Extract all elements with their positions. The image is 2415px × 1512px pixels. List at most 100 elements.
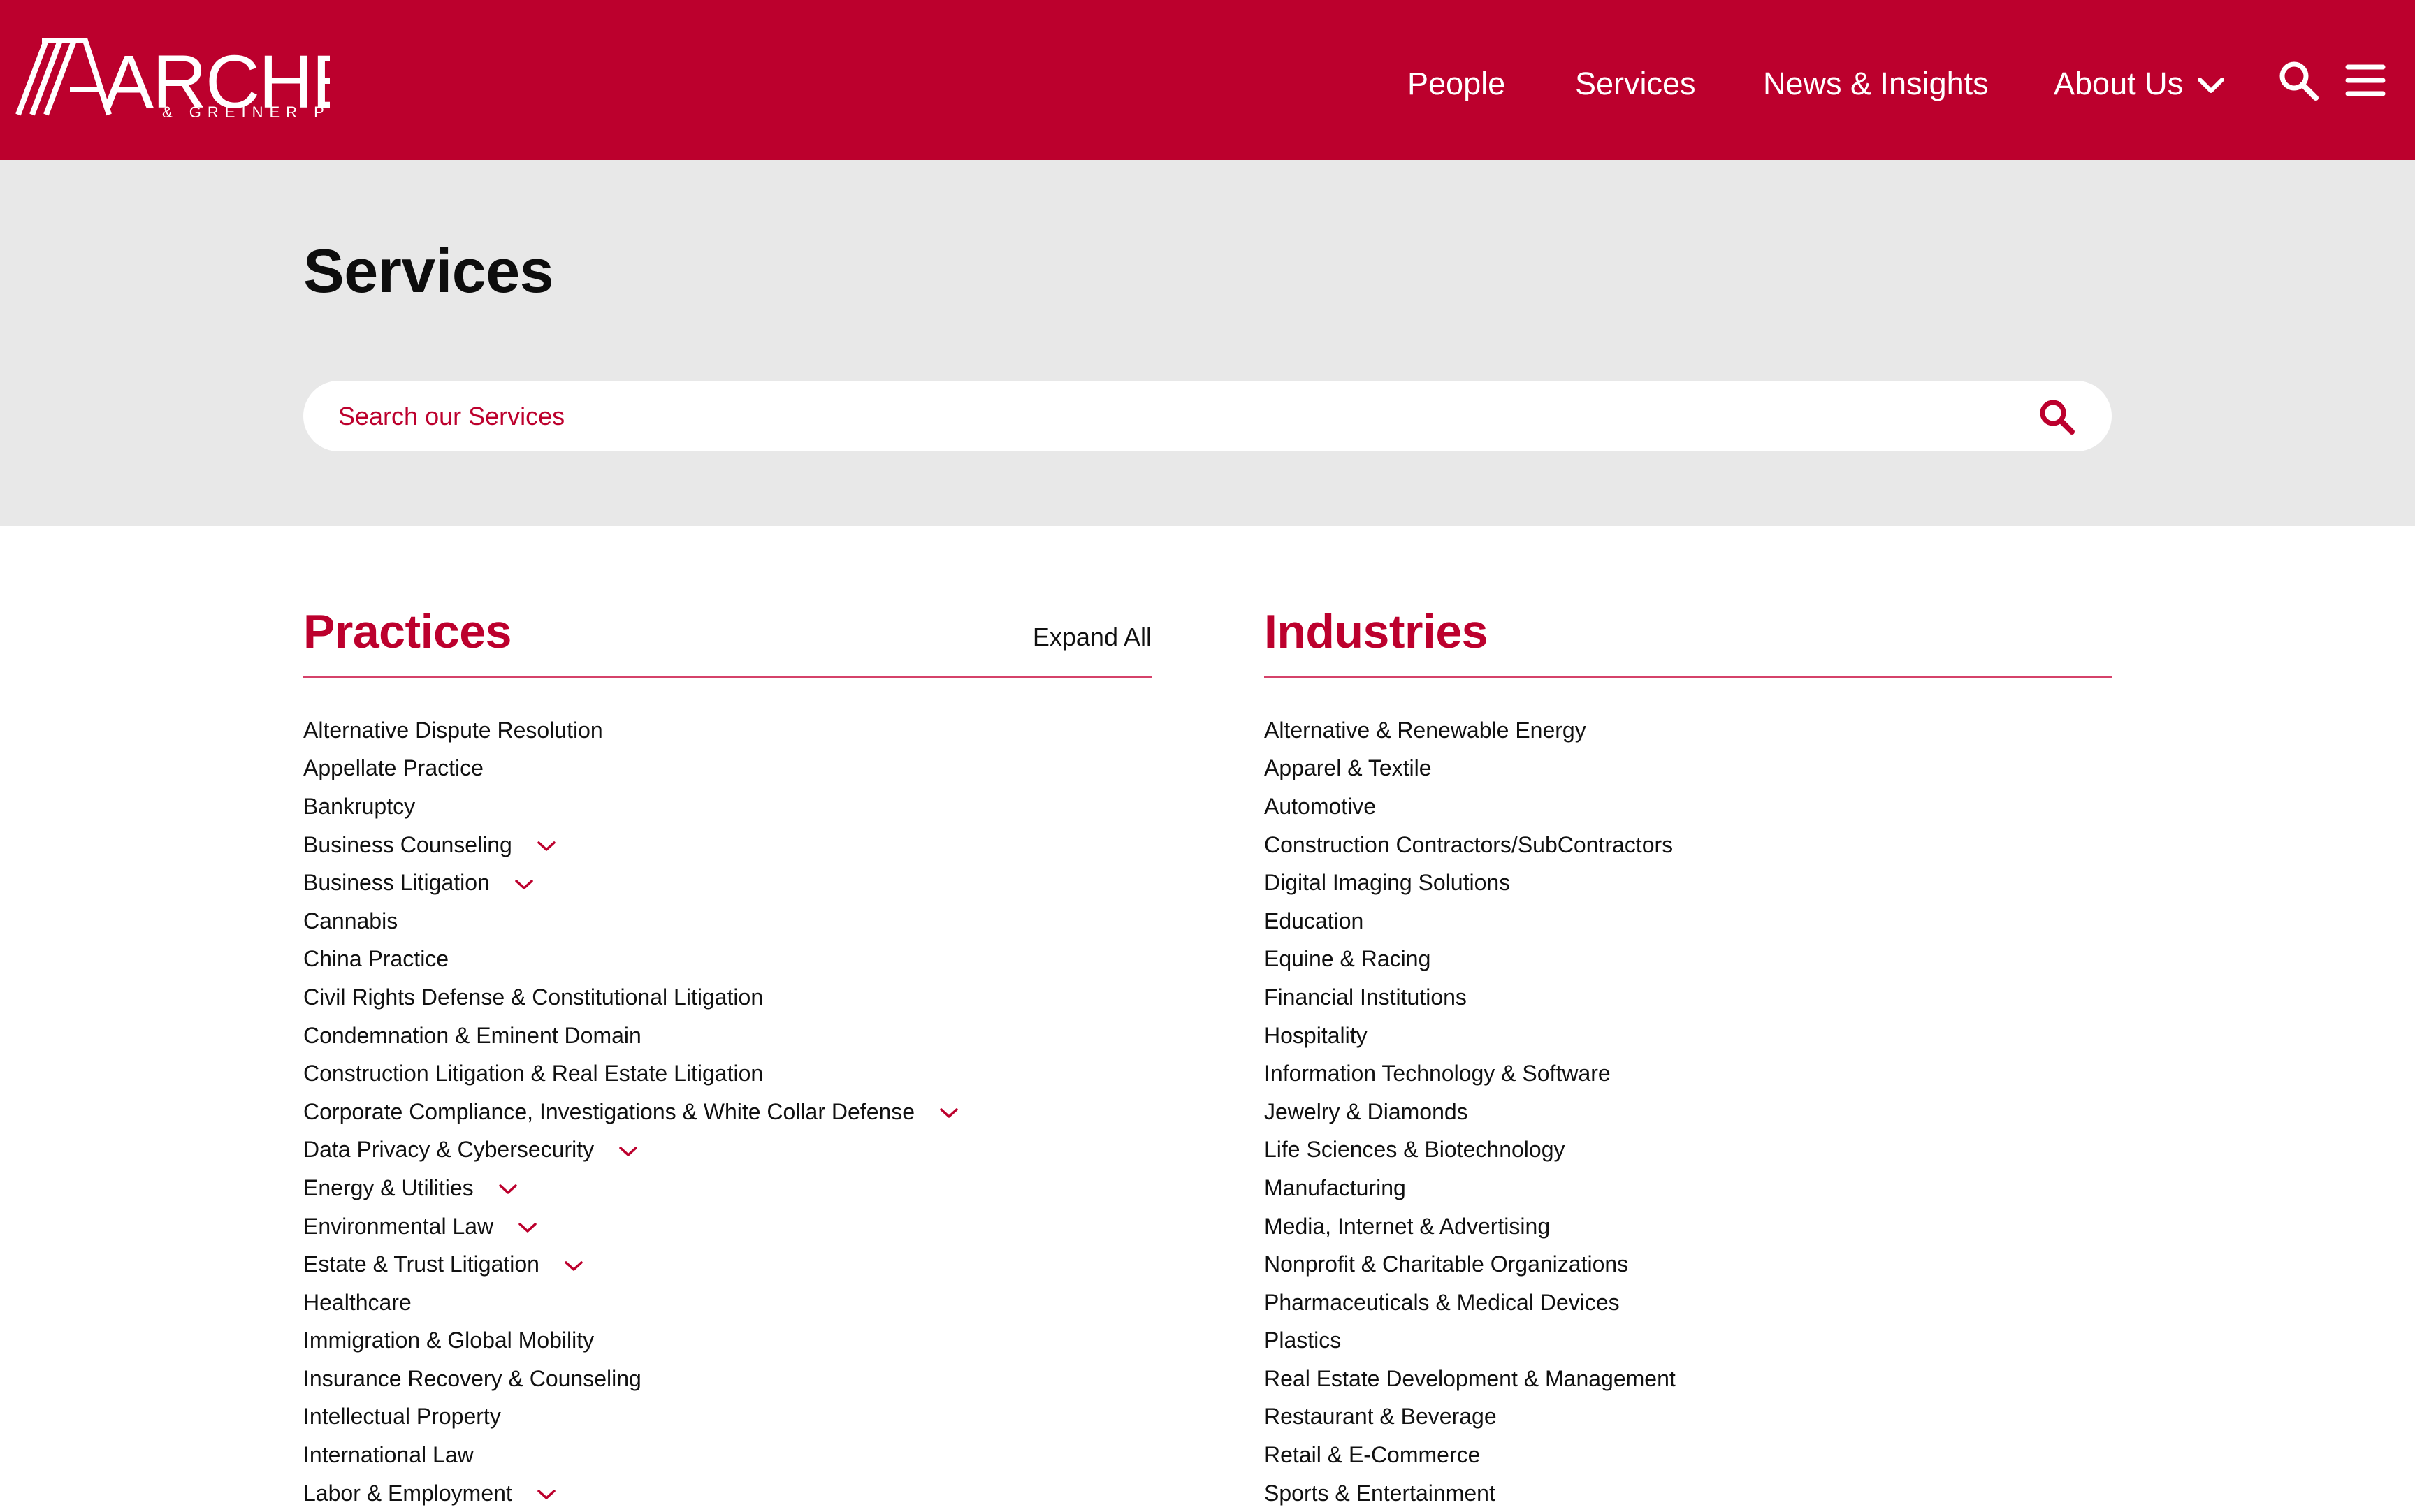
industry-item-label: Apparel & Textile [1264,755,1432,781]
industry-item-label: Digital Imaging Solutions [1264,870,1511,896]
industry-item-label: Financial Institutions [1264,984,1467,1010]
practice-item-label: Labor & Employment [303,1480,512,1506]
logo-mark: ARCHER & GREINER P.C. [15,38,330,122]
services-search-input[interactable] [338,381,2001,451]
industry-item-life-sciences-and-biotechnology[interactable]: Life Sciences & Biotechnology [1264,1131,1676,1170]
industry-item-education[interactable]: Education [1264,902,1676,940]
practices-heading: Practices [303,605,512,658]
search-submit-icon[interactable] [2036,396,2077,437]
practice-item-bankruptcy[interactable]: Bankruptcy [303,787,959,826]
industry-item-equine-and-racing[interactable]: Equine & Racing [1264,940,1676,979]
industry-item-alternative-and-renewable-energy[interactable]: Alternative & Renewable Energy [1264,711,1676,750]
industry-item-financial-institutions[interactable]: Financial Institutions [1264,978,1676,1017]
industry-item-digital-imaging-solutions[interactable]: Digital Imaging Solutions [1264,864,1676,902]
practice-item-label: Insurance Recovery & Counseling [303,1365,641,1391]
practice-item-label: Alternative Dispute Resolution [303,717,603,743]
services-search-box [303,381,2112,451]
practice-item-immigration-and-global-mobility[interactable]: Immigration & Global Mobility [303,1322,959,1360]
practice-item-business-litigation[interactable]: Business Litigation [303,864,959,902]
practice-item-cannabis[interactable]: Cannabis [303,902,959,940]
industry-item-plastics[interactable]: Plastics [1264,1322,1676,1360]
chevron-down-icon[interactable] [2196,70,2226,101]
industry-item-label: Education [1264,908,1364,933]
practice-item-label: International Law [303,1442,474,1468]
industries-column: Industries Alternative & Renewable Energ… [1264,598,2112,1506]
search-icon[interactable] [2277,59,2320,102]
industry-item-label: Jewelry & Diamonds [1264,1098,1468,1124]
industry-item-pharmaceuticals-and-medical-devices[interactable]: Pharmaceuticals & Medical Devices [1264,1284,1676,1322]
industry-item-nonprofit-and-charitable-organizations[interactable]: Nonprofit & Charitable Organizations [1264,1245,1676,1284]
page-title: Services [303,236,554,305]
industry-item-media-internet-and-advertising[interactable]: Media, Internet & Advertising [1264,1207,1676,1246]
hero-section: Services [0,160,2415,526]
practice-item-healthcare[interactable]: Healthcare [303,1284,959,1322]
practice-item-alternative-dispute-resolution[interactable]: Alternative Dispute Resolution [303,711,959,750]
practice-item-label: Bankruptcy [303,793,416,819]
industry-item-manufacturing[interactable]: Manufacturing [1264,1169,1676,1207]
logo-subtext: & GREINER P.C. [162,103,330,121]
archer-greiner-logo[interactable]: ARCHER & GREINER P.C. [15,31,330,122]
practice-item-label: Construction Litigation & Real Estate Li… [303,1061,764,1086]
chevron-down-icon[interactable] [536,839,557,853]
industry-item-apparel-and-textile[interactable]: Apparel & Textile [1264,750,1676,788]
nav-services[interactable]: Services [1575,61,1696,106]
nav-people[interactable]: People [1407,61,1505,106]
practice-item-estate-and-trust-litigation[interactable]: Estate & Trust Litigation [303,1245,959,1284]
practices-column: Practices Expand All Alternative Dispute… [303,598,1152,1506]
practice-item-international-law[interactable]: International Law [303,1436,959,1474]
industry-item-real-estate-development-and-management[interactable]: Real Estate Development & Management [1264,1360,1676,1398]
industry-item-restaurant-and-beverage[interactable]: Restaurant & Beverage [1264,1398,1676,1437]
practice-item-appellate-practice[interactable]: Appellate Practice [303,750,959,788]
expand-all-button[interactable]: Expand All [1033,619,1152,655]
chevron-down-icon[interactable] [517,1221,538,1235]
chevron-down-icon[interactable] [536,1488,557,1502]
practice-item-intellectual-property[interactable]: Intellectual Property [303,1398,959,1437]
industry-item-information-technology-and-software[interactable]: Information Technology & Software [1264,1054,1676,1093]
industry-item-label: Alternative & Renewable Energy [1264,717,1586,743]
practice-item-corporate-compliance-investigations-and-white-collar-defense[interactable]: Corporate Compliance, Investigations & W… [303,1093,959,1131]
chevron-down-icon[interactable] [514,878,535,892]
industries-divider [1264,676,2112,678]
practice-item-labor-and-employment[interactable]: Labor & Employment [303,1474,959,1512]
practice-item-energy-and-utilities[interactable]: Energy & Utilities [303,1169,959,1207]
hamburger-menu-icon[interactable] [2344,59,2387,102]
practice-item-construction-litigation-and-real-estate-litigation[interactable]: Construction Litigation & Real Estate Li… [303,1054,959,1093]
site-header: ARCHER & GREINER P.C. People Services Ne… [0,0,2415,160]
industry-item-label: Construction Contractors/SubContractors [1264,831,1674,857]
chevron-down-icon[interactable] [498,1182,518,1196]
industry-item-label: Hospitality [1264,1022,1368,1048]
practice-item-label: Business Litigation [303,870,490,896]
industry-item-sports-and-entertainment[interactable]: Sports & Entertainment [1264,1474,1676,1512]
industry-item-automotive[interactable]: Automotive [1264,787,1676,826]
nav-news-insights[interactable]: News & Insights [1763,61,1989,106]
practice-item-label: Business Counseling [303,831,512,857]
industry-item-label: Equine & Racing [1264,946,1431,972]
nav-about-us[interactable]: About Us [2054,61,2183,106]
chevron-down-icon[interactable] [618,1144,639,1158]
practice-item-insurance-recovery-and-counseling[interactable]: Insurance Recovery & Counseling [303,1360,959,1398]
industry-item-retail-and-e-commerce[interactable]: Retail & E-Commerce [1264,1436,1676,1474]
industry-item-jewelry-and-diamonds[interactable]: Jewelry & Diamonds [1264,1093,1676,1131]
industry-item-hospitality[interactable]: Hospitality [1264,1017,1676,1055]
practice-item-label: Condemnation & Eminent Domain [303,1022,641,1048]
industry-item-label: Restaurant & Beverage [1264,1404,1497,1430]
chevron-down-icon[interactable] [938,1106,959,1120]
practice-item-label: Energy & Utilities [303,1175,474,1200]
industry-item-label: Automotive [1264,793,1377,819]
practice-item-china-practice[interactable]: China Practice [303,940,959,979]
practice-item-label: Cannabis [303,908,398,933]
practice-item-data-privacy-and-cybersecurity[interactable]: Data Privacy & Cybersecurity [303,1131,959,1170]
industry-item-label: Pharmaceuticals & Medical Devices [1264,1289,1620,1315]
practice-item-condemnation-and-eminent-domain[interactable]: Condemnation & Eminent Domain [303,1017,959,1055]
industry-item-label: Nonprofit & Charitable Organizations [1264,1251,1629,1277]
chevron-down-icon[interactable] [563,1259,584,1273]
industry-item-construction-contractors-subcontractors[interactable]: Construction Contractors/SubContractors [1264,826,1676,864]
industry-item-label: Sports & Entertainment [1264,1480,1495,1506]
practice-item-environmental-law[interactable]: Environmental Law [303,1207,959,1246]
practice-item-label: Immigration & Global Mobility [303,1328,595,1353]
practice-item-label: China Practice [303,946,449,972]
practice-item-civil-rights-defense-and-constitutional-litigation[interactable]: Civil Rights Defense & Constitutional Li… [303,978,959,1017]
industry-item-label: Retail & E-Commerce [1264,1442,1481,1468]
industries-heading: Industries [1264,605,1488,658]
practice-item-business-counseling[interactable]: Business Counseling [303,826,959,864]
